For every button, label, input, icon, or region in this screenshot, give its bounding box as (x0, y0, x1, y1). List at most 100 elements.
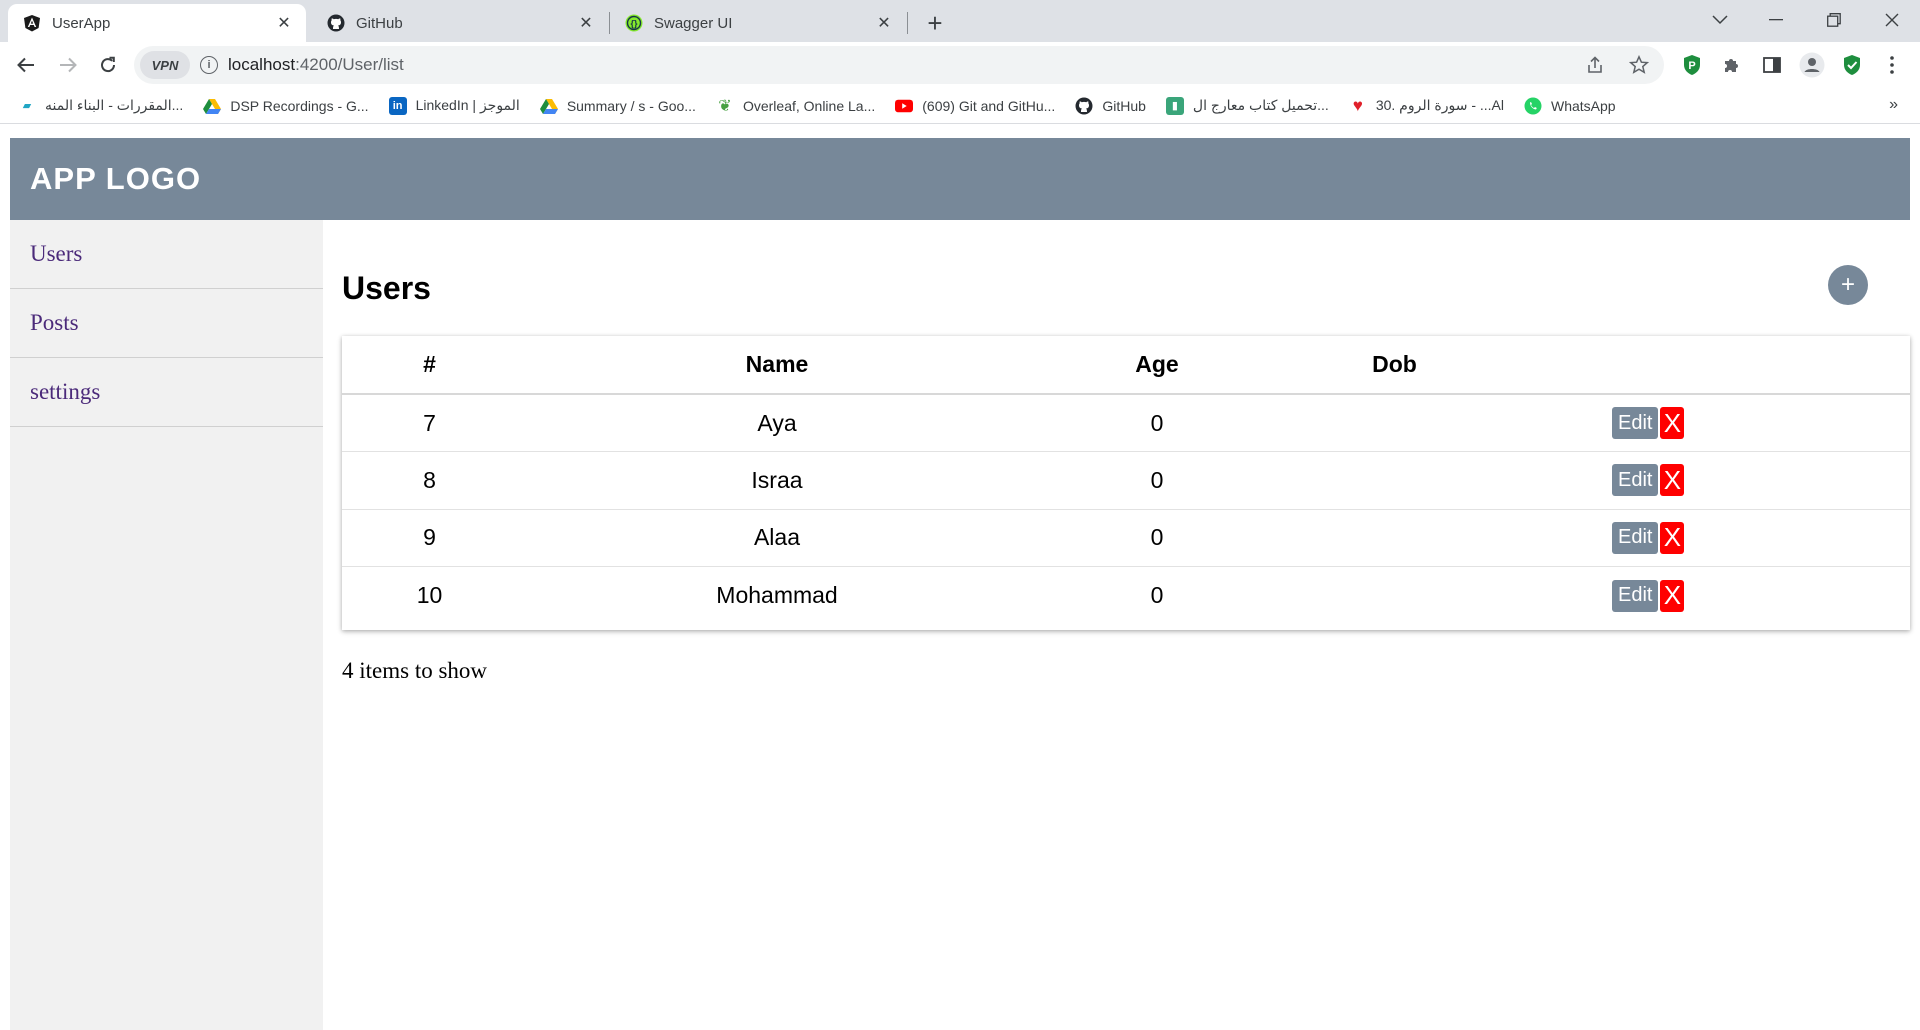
delete-button[interactable]: X (1660, 407, 1685, 439)
bookmark-item[interactable]: in LinkedIn | الموجز (388, 96, 520, 115)
items-count: 4 items to show (342, 658, 488, 683)
bookmark-item[interactable]: Summary / s - Goo... (539, 97, 696, 115)
delete-button[interactable]: X (1660, 521, 1685, 554)
extensions-puzzle-icon[interactable] (1716, 49, 1748, 81)
column-header-actions (1512, 336, 1910, 395)
profile-icon[interactable] (1796, 49, 1828, 81)
column-header-name: Name (517, 336, 1037, 395)
whatsapp-icon (1524, 97, 1542, 115)
cell-dob (1277, 509, 1512, 567)
cell-name: Alaa (517, 509, 1037, 567)
bookmark-item[interactable]: DSP Recordings - G... (203, 97, 369, 115)
table-row: 10 Mohammad 0 Edit X (342, 567, 1910, 625)
delete-button[interactable]: X (1660, 579, 1685, 612)
tab-title: GitHub (356, 14, 403, 32)
close-window-icon[interactable] (1864, 0, 1920, 40)
cell-id: 10 (416, 582, 443, 608)
url-text[interactable]: localhost:4200/User/list (228, 55, 404, 75)
minimize-icon[interactable] (1748, 0, 1804, 40)
cell-id: 8 (342, 451, 517, 510)
sidebar: Users Posts settings (10, 220, 323, 1030)
edu-icon: ▰ (22, 100, 32, 112)
bookmark-item[interactable]: (609) Git and GitHu... (895, 97, 1055, 115)
sidebar-item-settings[interactable]: settings (10, 358, 323, 427)
back-icon[interactable] (10, 49, 42, 81)
bookmark-label: DSP Recordings - G... (230, 97, 369, 114)
users-table-card: # Name Age Dob 7 Aya 0 Edit X 8 Israa 0 … (342, 336, 1910, 630)
bookmark-label: 30. سورة الروم - ...Al (1375, 97, 1504, 113)
bookmark-item[interactable]: ▰ المقررات - البناء المنه... (18, 97, 184, 115)
column-header-age: Age (1037, 336, 1277, 395)
close-icon[interactable]: ✕ (576, 13, 596, 33)
vpn-badge[interactable]: VPN (140, 51, 190, 79)
side-panel-icon[interactable] (1756, 49, 1788, 81)
delete-button[interactable]: X (1660, 464, 1685, 497)
bookmark-star-icon[interactable] (1624, 50, 1654, 80)
cell-id: 9 (342, 509, 517, 567)
proton-extension-icon[interactable]: P (1676, 49, 1708, 81)
bookmark-label: Overleaf, Online La... (742, 97, 876, 114)
bookmark-label: Summary / s - Goo... (566, 97, 696, 114)
swagger-icon: {} (624, 13, 644, 33)
sidebar-item-posts[interactable]: Posts (10, 289, 323, 358)
svg-text:P: P (1688, 60, 1695, 72)
github-icon (326, 13, 346, 33)
bookmark-item[interactable]: ▮ تحميل كتاب معارج ال... (1165, 96, 1329, 115)
site-info-icon[interactable]: i (200, 56, 218, 74)
cell-name: Mohammad (716, 582, 838, 608)
angular-icon (22, 13, 42, 33)
add-user-button[interactable]: + (1828, 265, 1868, 305)
bookmark-item[interactable]: ♥ 30. سورة الروم - ...Al (1349, 95, 1504, 115)
url-path: :4200/User/list (295, 55, 404, 74)
forward-icon[interactable] (52, 49, 84, 81)
browser-tabstrip: UserApp ✕ GitHub ✕ {} Swagger UI ✕ + (0, 0, 1920, 42)
close-icon[interactable]: ✕ (274, 13, 294, 33)
google-drive-icon (203, 97, 222, 115)
cell-actions: Edit X (1512, 567, 1910, 625)
sidebar-item-users[interactable]: Users (10, 220, 323, 289)
bookmark-item[interactable]: ❦ Overleaf, Online La... (716, 97, 875, 115)
address-bar[interactable]: VPN i localhost:4200/User/list (134, 46, 1664, 84)
app-logo[interactable]: APP LOGO (30, 161, 201, 197)
edit-button[interactable]: Edit (1612, 464, 1659, 497)
close-icon[interactable]: ✕ (874, 13, 894, 33)
share-icon[interactable] (1580, 50, 1610, 80)
tab-github[interactable]: GitHub ✕ (312, 4, 608, 42)
youtube-icon (895, 97, 914, 115)
cell-actions: Edit X (1512, 394, 1910, 452)
cell-actions: Edit X (1512, 451, 1910, 510)
tab-search-icon[interactable] (1692, 0, 1748, 40)
restore-icon[interactable] (1806, 0, 1862, 40)
bookmark-label: (609) Git and GitHu... (922, 97, 1056, 114)
edit-button[interactable]: Edit (1612, 407, 1659, 439)
menu-kebab-icon[interactable] (1876, 49, 1908, 81)
edit-button[interactable]: Edit (1612, 521, 1659, 554)
tab-title: UserApp (52, 14, 111, 32)
users-table: # Name Age Dob 7 Aya 0 Edit X 8 Israa 0 … (342, 336, 1910, 624)
reload-icon[interactable] (92, 49, 124, 81)
bookmark-label: المقررات - البناء المنه... (45, 97, 184, 113)
cell-name: Aya (517, 394, 1037, 452)
page-title: Users (342, 270, 431, 306)
bookmarks-overflow-icon[interactable]: » (1889, 96, 1898, 114)
cell-age: 0 (1150, 582, 1164, 608)
cell-id: 7 (342, 394, 517, 452)
cell-age: 0 (1037, 451, 1277, 510)
bookmark-label: GitHub (1102, 97, 1146, 114)
bookmarks-bar: ▰ المقررات - البناء المنه... DSP Recordi… (0, 88, 1920, 124)
cell-dob (1277, 451, 1512, 510)
tab-userapp[interactable]: UserApp ✕ (8, 4, 306, 42)
new-tab-button[interactable]: + (920, 8, 950, 38)
shield-check-icon[interactable] (1836, 49, 1868, 81)
svg-text:{}: {} (630, 19, 638, 29)
heart-icon: ♥ (1352, 95, 1363, 115)
cell-age: 0 (1037, 509, 1277, 567)
edit-button[interactable]: Edit (1612, 579, 1659, 612)
app-header: APP LOGO (10, 138, 1910, 220)
browser-toolbar: VPN i localhost:4200/User/list P (0, 42, 1920, 88)
bookmark-item[interactable]: GitHub (1075, 97, 1146, 115)
main-content: Users + # Name Age Dob 7 Aya 0 Edit X 8 … (342, 220, 1910, 1030)
tab-swagger[interactable]: {} Swagger UI ✕ (610, 4, 906, 42)
bookmark-item[interactable]: WhatsApp (1524, 97, 1616, 115)
table-row: 9 Alaa 0 Edit X (342, 509, 1910, 567)
